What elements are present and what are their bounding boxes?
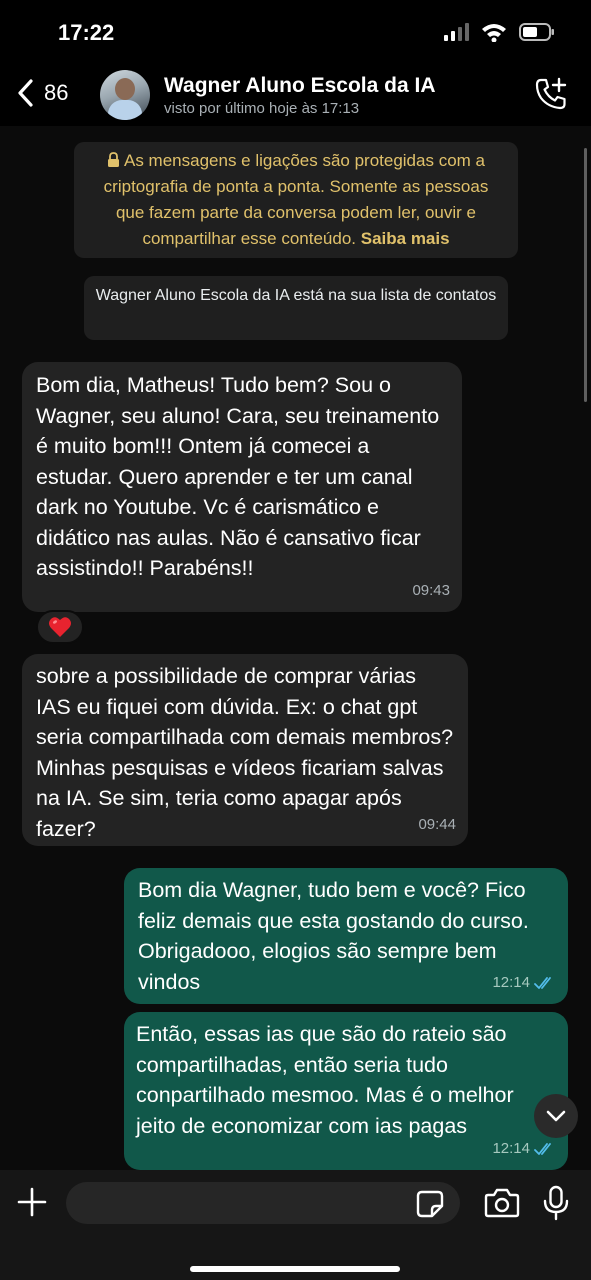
message-reaction[interactable]	[36, 610, 84, 644]
heart-icon	[49, 617, 71, 637]
read-receipt-icon	[534, 1142, 551, 1155]
microphone-icon	[543, 1185, 569, 1221]
wifi-icon	[482, 24, 506, 42]
contact-name[interactable]: Wagner Aluno Escola da IA	[164, 74, 435, 98]
signal-icon	[444, 23, 469, 41]
message-time: 09:44	[418, 815, 456, 833]
unread-count: 86	[44, 80, 69, 105]
back-chevron-icon	[18, 79, 33, 107]
sticker-button[interactable]	[416, 1190, 444, 1223]
attach-button[interactable]	[16, 1186, 48, 1223]
status-time: 17:22	[58, 20, 115, 45]
message-meta: 12:14	[492, 1134, 556, 1165]
battery-icon	[519, 23, 554, 41]
chat-area[interactable]: As mensagens e ligações são protegidas c…	[0, 126, 591, 1170]
chat-header: 86 Wagner Aluno Escola da IA visto por ú…	[0, 66, 591, 126]
avatar-head	[115, 78, 135, 100]
input-bar	[0, 1170, 591, 1280]
camera-icon	[484, 1188, 520, 1218]
message-time: 12:14	[492, 973, 530, 991]
read-receipt-icon	[534, 976, 551, 989]
message-meta: 12:14	[492, 968, 556, 999]
message-meta: 09:44	[418, 810, 456, 841]
avatar[interactable]	[100, 70, 150, 120]
message-time: 09:43	[412, 581, 450, 599]
message-input[interactable]	[66, 1182, 460, 1224]
message-bubble-incoming[interactable]: Bom dia, Matheus! Tudo bem? Sou o Wagner…	[22, 362, 462, 612]
message-bubble-outgoing[interactable]: Então, essas ias que são do rateio são c…	[124, 1012, 568, 1170]
message-bubble-incoming[interactable]: sobre a possibilidade de comprar várias …	[22, 654, 468, 846]
message-text: sobre a possibilidade de comprar várias …	[36, 664, 454, 841]
add-call-icon	[535, 77, 567, 110]
back-button[interactable]: 86	[16, 78, 68, 108]
camera-button[interactable]	[484, 1188, 520, 1223]
contact-notice-text: Wagner Aluno Escola da IA está na sua li…	[95, 287, 497, 304]
scroll-to-bottom-button[interactable]	[534, 1094, 578, 1138]
chevron-down-icon	[546, 1110, 566, 1122]
encryption-notice[interactable]: As mensagens e ligações são protegidas c…	[74, 142, 518, 258]
message-text: Então, essas ias que são do rateio são c…	[136, 1022, 514, 1138]
contact-last-seen: visto por último hoje às 17:13	[164, 100, 360, 117]
home-indicator	[190, 1266, 400, 1272]
lock-icon	[108, 152, 119, 167]
add-call-button[interactable]	[533, 76, 569, 117]
avatar-body	[108, 100, 142, 120]
plus-icon	[17, 1187, 47, 1217]
scrollbar[interactable]	[584, 148, 587, 402]
message-bubble-outgoing[interactable]: Bom dia Wagner, tudo bem e você? Fico fe…	[124, 868, 568, 1004]
message-time: 12:14	[492, 1139, 530, 1157]
contact-notice: Wagner Aluno Escola da IA está na sua li…	[84, 276, 508, 340]
message-meta: 09:43	[412, 576, 450, 607]
microphone-button[interactable]	[542, 1185, 570, 1226]
message-text: Bom dia, Matheus! Tudo bem? Sou o Wagner…	[36, 373, 440, 580]
sticker-icon	[416, 1190, 444, 1218]
learn-more-link[interactable]: Saiba mais	[361, 229, 450, 248]
status-bar: 17:22	[0, 0, 591, 66]
status-icons	[443, 22, 555, 42]
